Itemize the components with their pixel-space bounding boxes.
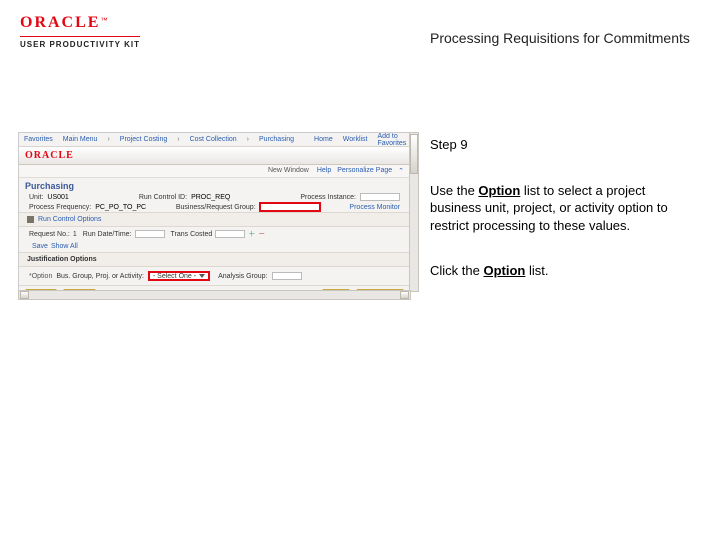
section-run-control[interactable]: Run Control Options [19, 212, 410, 227]
instruction-click-option: Option [483, 263, 525, 278]
criteria-row: *Option Bus. Group, Proj. or Activity: -… [19, 267, 410, 285]
section-run-label: Run Control Options [38, 216, 101, 223]
process-instance-label: Process Instance: [300, 194, 356, 201]
instruction-body: Use the Option list to select a project … [430, 182, 690, 235]
scrollbar-left-button[interactable] [20, 291, 29, 299]
option-select-value: - Select One - [153, 273, 196, 280]
instruction-body-1: Use the [430, 183, 478, 198]
instruction-click: Click the Option list. [430, 262, 690, 280]
run-date-input[interactable] [135, 230, 165, 238]
process-freq-value: PC_PO_TO_PC [95, 204, 146, 211]
unit-value: US001 [47, 194, 68, 201]
instruction-panel: Step 9 Use the Option list to select a p… [430, 136, 690, 308]
request-no-value: 1 [73, 231, 77, 238]
analysis-group-input[interactable] [272, 272, 302, 280]
chevron-right-icon: › [177, 136, 179, 143]
page-title: Processing Requisitions for Commitments [430, 30, 690, 46]
sub-help[interactable]: Help [317, 167, 331, 175]
link-row: Save Show All [19, 241, 410, 252]
logo-text: ORACLE [20, 14, 100, 31]
crumb-favorites[interactable]: Favorites [24, 136, 53, 143]
process-freq-label: Process Frequency: [29, 204, 91, 211]
business-group-label: Business/Request Group: [176, 204, 256, 211]
sub-personalize[interactable]: Personalize Page [337, 167, 392, 175]
option-label: *Option [29, 273, 52, 280]
run-row: Request No.: 1 Run Date/Time: Trans Cost… [19, 227, 410, 241]
section-criteria-label: Justification Options [27, 256, 97, 263]
crumb-project-costing[interactable]: Project Costing [120, 136, 167, 143]
trans-costed-label: Trans Costed [171, 231, 213, 238]
scrollbar-thumb[interactable] [410, 134, 418, 174]
run-date-label: Run Date/Time: [83, 231, 132, 238]
crumb-main-menu[interactable]: Main Menu [63, 136, 98, 143]
save-link[interactable]: Save [32, 243, 48, 250]
app-subheader: New Window Help Personalize Page ⌃ [19, 165, 410, 178]
crumb-purchasing[interactable]: Purchasing [259, 136, 294, 143]
row-add-icon[interactable]: ＋ [248, 229, 255, 239]
nav-home[interactable]: Home [314, 136, 333, 143]
option-select[interactable]: - Select One - [148, 271, 210, 281]
oracle-mini-logo: ORACLE [25, 150, 74, 161]
collapse-icon [27, 216, 34, 223]
nav-worklist[interactable]: Worklist [343, 136, 368, 143]
process-monitor-link[interactable]: Process Monitor [349, 204, 400, 211]
sub-new-window[interactable]: New Window [268, 167, 309, 175]
option-sublabel: Bus. Group, Proj. or Activity: [56, 273, 144, 280]
analysis-group-label: Analysis Group: [218, 273, 267, 280]
process-instance-input[interactable] [360, 193, 400, 201]
instruction-click-2: list. [525, 263, 548, 278]
trans-costed-input[interactable] [215, 230, 245, 238]
step-label: Step 9 [430, 136, 690, 154]
vertical-scrollbar[interactable] [409, 132, 419, 292]
chevron-down-icon [199, 274, 205, 278]
form-row-freq: Process Frequency: PC_PO_TO_PC Business/… [19, 202, 410, 212]
nav-favorites[interactable]: Add to Favorites [378, 133, 407, 147]
runctl-label: Run Control ID: [139, 194, 187, 201]
unit-label: Unit: [29, 194, 43, 201]
module-title: Purchasing [19, 178, 410, 192]
app-breadcrumb-bar: Favorites Main Menu › Project Costing › … [19, 133, 410, 147]
crumb-cost-collection[interactable]: Cost Collection [190, 136, 237, 143]
business-group-input[interactable] [260, 203, 320, 211]
scrollbar-right-button[interactable] [400, 291, 409, 299]
section-criteria[interactable]: Justification Options [19, 252, 410, 267]
runctl-value: PROC_REQ [191, 194, 230, 201]
chevron-right-icon: › [247, 136, 249, 143]
chevron-right-icon: › [107, 136, 109, 143]
logo-subtitle: USER PRODUCTIVITY KIT [20, 40, 140, 49]
app-header-bar: ORACLE [19, 147, 410, 165]
instruction-click-1: Click the [430, 263, 483, 278]
logo: ORACLE™ USER PRODUCTIVITY KIT [20, 14, 140, 49]
horizontal-scrollbar[interactable] [18, 290, 411, 300]
request-no-label: Request No.: [29, 231, 70, 238]
logo-divider [20, 36, 140, 37]
show-all-link[interactable]: Show All [51, 243, 78, 250]
arrow-up-icon[interactable]: ⌃ [398, 167, 404, 175]
app-screenshot: Favorites Main Menu › Project Costing › … [18, 132, 411, 292]
row-remove-icon[interactable]: － [258, 229, 265, 239]
instruction-body-option: Option [478, 183, 520, 198]
logo-tm: ™ [100, 17, 107, 24]
form-row-unit: Unit: US001 Run Control ID: PROC_REQ Pro… [19, 192, 410, 202]
